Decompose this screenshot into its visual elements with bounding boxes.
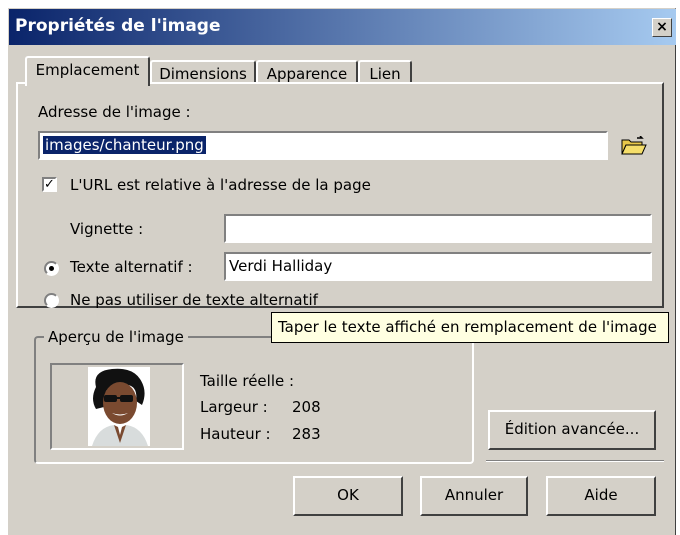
alt-text-label: Texte alternatif :: [70, 258, 193, 276]
separator: [486, 460, 664, 462]
alt-text-radio[interactable]: [44, 261, 59, 276]
tab-emplacement[interactable]: Emplacement: [25, 56, 150, 86]
title-bar[interactable]: Propriétés de l'image ×: [9, 9, 676, 45]
no-alt-text-radio[interactable]: [44, 293, 59, 308]
relative-url-label: L'URL est relative à l'adresse de la pag…: [70, 176, 371, 194]
singer-thumbnail-image: [88, 367, 150, 446]
folder-open-icon[interactable]: [620, 135, 648, 160]
relative-url-checkbox[interactable]: ✓: [42, 177, 57, 192]
tab-label: Lien: [369, 65, 401, 83]
width-label: Largeur :: [200, 398, 268, 416]
tab-label: Apparence: [266, 65, 348, 83]
tab-label: Dimensions: [159, 65, 247, 83]
real-size-label: Taille réelle :: [200, 372, 295, 390]
ok-button[interactable]: OK: [293, 476, 403, 516]
tab-label: Emplacement: [35, 61, 140, 79]
help-button[interactable]: Aide: [546, 476, 656, 516]
close-icon: ×: [656, 19, 668, 35]
radio-selected-dot: [49, 266, 54, 271]
preview-group-title: Aperçu de l'image: [44, 328, 188, 346]
image-address-input[interactable]: images/chanteur.png: [38, 131, 608, 160]
thumbnail-input[interactable]: [224, 214, 652, 243]
height-value: 283: [292, 425, 321, 443]
image-preview: [50, 363, 184, 450]
alt-text-value: Verdi Halliday: [229, 257, 333, 275]
no-alt-text-label: Ne pas utiliser de texte alternatif: [70, 291, 318, 309]
alt-text-input[interactable]: Verdi Halliday: [224, 252, 652, 281]
height-label: Hauteur :: [200, 425, 271, 443]
cancel-button[interactable]: Annuler: [420, 476, 528, 516]
address-label: Adresse de l'image :: [38, 103, 191, 121]
dialog-title: Propriétés de l'image: [15, 16, 221, 36]
advanced-edit-button[interactable]: Édition avancée...: [488, 410, 656, 450]
tooltip: Taper le texte affiché en remplacement d…: [271, 312, 669, 343]
width-value: 208: [292, 398, 321, 416]
thumbnail-label: Vignette :: [70, 220, 144, 238]
image-address-value: images/chanteur.png: [43, 136, 206, 154]
close-button[interactable]: ×: [652, 18, 672, 37]
